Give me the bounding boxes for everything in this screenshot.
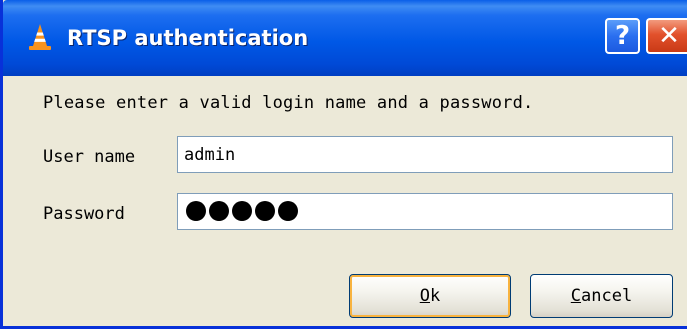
rtsp-auth-dialog: RTSP authentication ? ✕ Please enter a v…: [0, 0, 687, 329]
username-label: User name: [43, 147, 136, 167]
password-label: Password: [43, 204, 125, 224]
help-button[interactable]: ?: [605, 18, 640, 54]
password-input[interactable]: [177, 193, 673, 230]
cancel-label-rest: ancel: [581, 286, 633, 306]
password-mask: [186, 201, 298, 221]
window-title: RTSP authentication: [67, 26, 309, 50]
cancel-mnemonic: C: [570, 286, 582, 306]
prompt-text: Please enter a valid login name and a pa…: [43, 93, 534, 113]
cancel-button[interactable]: Cancel: [530, 274, 673, 318]
vlc-cone-icon: [29, 24, 51, 50]
ok-label-rest: k: [430, 286, 441, 306]
ok-mnemonic: O: [419, 286, 430, 306]
username-input[interactable]: [177, 136, 673, 173]
ok-button[interactable]: Ok: [349, 274, 511, 318]
password-dot: [232, 201, 252, 221]
title-bar[interactable]: RTSP authentication ? ✕: [3, 0, 687, 76]
password-dot: [255, 201, 275, 221]
password-dot: [209, 201, 229, 221]
password-dot: [186, 201, 206, 221]
password-dot: [278, 201, 298, 221]
close-button[interactable]: ✕: [646, 18, 687, 54]
